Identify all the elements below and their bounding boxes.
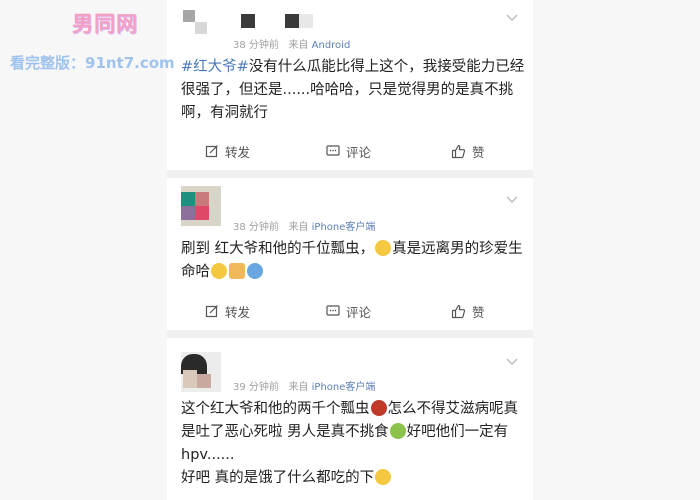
comment-label: 评论 — [346, 304, 372, 320]
masked-username[interactable] — [241, 14, 255, 28]
masked-username[interactable] — [285, 14, 299, 28]
post-actions: 转发 评论 赞 — [167, 139, 533, 163]
watermark-logo: 男同网 — [72, 12, 138, 36]
doraemon-emoji — [247, 263, 263, 279]
post-time: 38 分钟前 — [233, 40, 279, 51]
repost-label: 转发 — [225, 144, 251, 160]
post-card: 38 分钟前 来自 iPhone客户端 刷到 红大爷和他的千位瓢虫， 真是远离男的… — [167, 178, 533, 330]
avatar[interactable] — [181, 186, 221, 226]
post-meta: 39 分钟前 来自 iPhone客户端 — [233, 378, 375, 393]
ladybug-emoji — [370, 400, 387, 416]
pray-emoji — [229, 263, 245, 279]
laugh-emoji — [375, 469, 392, 485]
post-text-part: 这个红大爷和他的两千个瓢虫 — [181, 401, 370, 417]
smile-emoji — [375, 240, 392, 256]
post-time: 39 分钟前 — [233, 382, 279, 393]
post-source[interactable]: iPhone客户端 — [312, 222, 376, 233]
post-actions: 转发 评论 赞 — [167, 299, 533, 323]
chevron-down-icon[interactable] — [505, 194, 519, 204]
like-button[interactable]: 赞 — [451, 139, 485, 163]
like-label: 赞 — [472, 144, 485, 160]
thumbs-up-icon — [451, 144, 466, 158]
post-meta: 38 分钟前 来自 iPhone客户端 — [233, 218, 375, 233]
post-text-part: 刷到 红大爷和他的千位瓢虫， — [181, 241, 375, 257]
post-from: 来自 — [288, 40, 309, 51]
post-text-part: 好吧 真的是饿了什么都吃的下 — [181, 470, 375, 486]
post-meta: 38 分钟前 来自 Android — [233, 36, 350, 51]
masked-username — [299, 14, 313, 28]
comment-feed: 38 分钟前 来自 Android #红大爷#没有什么瓜能比得上这个，我接受能力… — [167, 0, 533, 500]
comment-icon — [326, 145, 340, 156]
comment-icon — [326, 305, 340, 316]
comment-button[interactable]: 评论 — [326, 139, 371, 163]
post-text: 这个红大爷和他的两千个瓢虫 怎么不得艾滋病呢真是吐了恶心死啦 男人是真不挑食 好吧他… — [181, 398, 526, 490]
repost-label: 转发 — [225, 304, 251, 320]
post-card: 38 分钟前 来自 Android #红大爷#没有什么瓜能比得上这个，我接受能力… — [167, 0, 533, 170]
chevron-down-icon[interactable] — [505, 356, 519, 366]
comment-label: 评论 — [346, 144, 372, 160]
repost-icon — [205, 145, 218, 158]
smile-emoji — [211, 263, 227, 279]
post-card: 39 分钟前 来自 iPhone客户端 这个红大爷和他的两千个瓢虫 怎么不得艾滋病… — [167, 338, 533, 500]
avatar[interactable] — [181, 4, 221, 44]
like-button[interactable]: 赞 — [451, 299, 485, 323]
repost-button[interactable]: 转发 — [205, 139, 250, 163]
chevron-down-icon[interactable] — [505, 12, 519, 22]
post-text: 刷到 红大爷和他的千位瓢虫， 真是远离男的珍爱生命哈 — [181, 238, 526, 284]
comment-button[interactable]: 评论 — [326, 299, 371, 323]
post-time: 38 分钟前 — [233, 222, 279, 233]
avatar[interactable] — [181, 352, 221, 392]
divider — [167, 330, 533, 338]
divider — [167, 170, 533, 178]
post-source[interactable]: iPhone客户端 — [312, 382, 376, 393]
post-source[interactable]: Android — [312, 40, 351, 51]
post-from: 来自 — [288, 382, 309, 393]
repost-icon — [205, 305, 218, 318]
vomit-emoji — [389, 423, 406, 439]
thumbs-up-icon — [451, 304, 466, 318]
repost-button[interactable]: 转发 — [205, 299, 250, 323]
watermark-url: 看完整版：91nt7.com — [10, 54, 175, 72]
post-from: 来自 — [288, 222, 309, 233]
like-label: 赞 — [472, 304, 485, 320]
